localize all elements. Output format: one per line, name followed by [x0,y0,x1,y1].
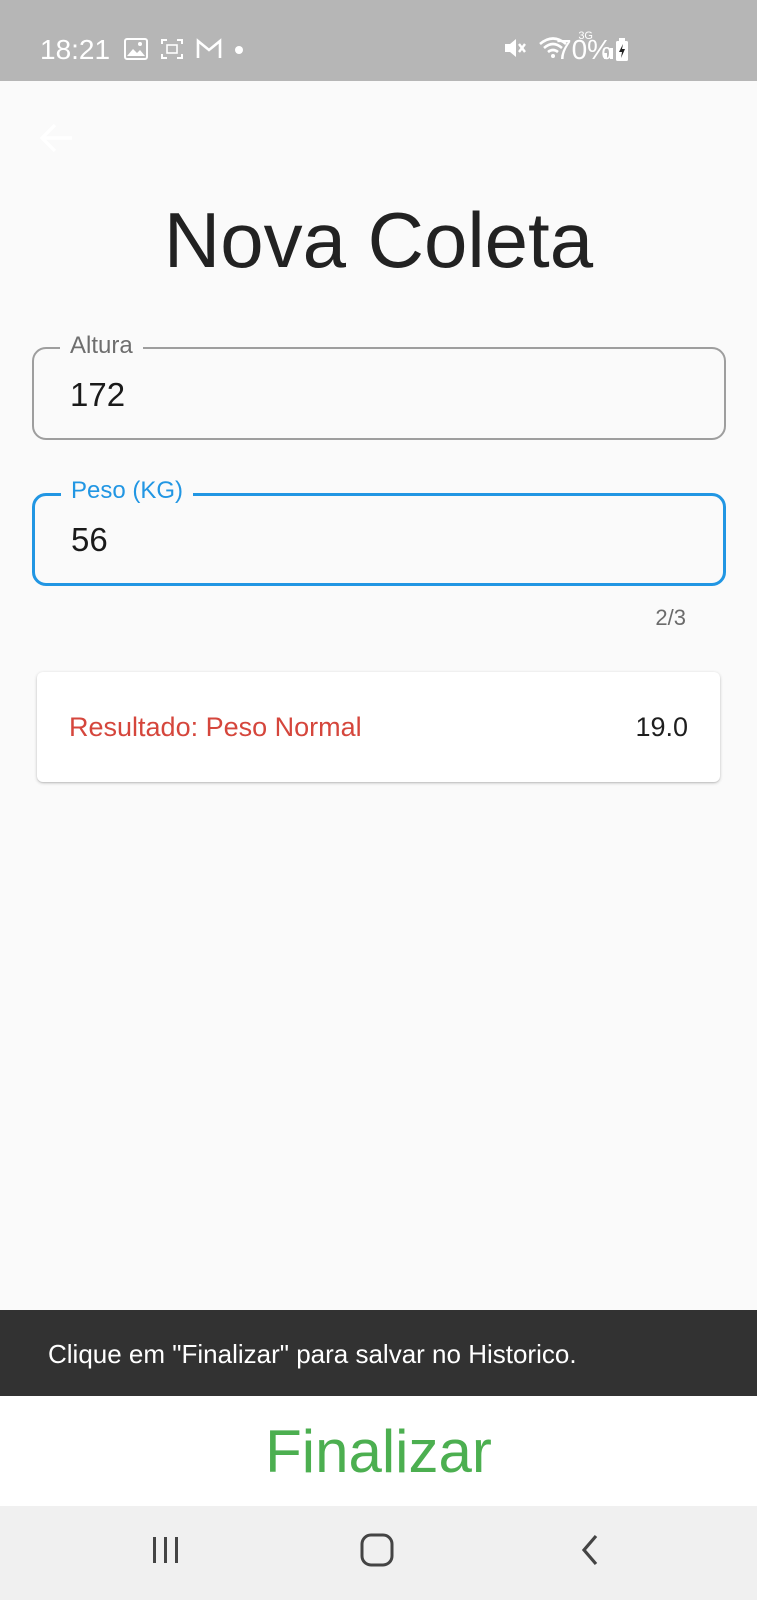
status-time: 18:21 [40,34,111,65]
finalize-button[interactable]: Finalizar [0,1396,757,1506]
altura-label: Altura [60,329,143,363]
altura-input[interactable]: 172 [70,375,670,415]
status-bar: 18:21 3G 70% [0,0,757,81]
status-notification-icons [124,36,244,66]
navigation-bar [0,1506,757,1600]
notification-dot-icon [234,42,244,60]
mute-icon [502,35,528,66]
result-label: Resultado: Peso Normal [69,712,362,742]
back-icon [578,1533,602,1572]
back-button[interactable] [34,118,78,162]
snackbar-message: Clique em "Finalizar" para salvar no His… [48,1339,577,1369]
home-button[interactable] [347,1528,407,1576]
peso-field[interactable]: Peso (KG) 56 [32,474,726,586]
page-title: Nova Coleta [163,196,594,284]
snackbar: Clique em "Finalizar" para salvar no His… [0,1310,757,1396]
peso-label: Peso (KG) [61,474,194,508]
result-value: 19.0 [635,712,688,742]
gmail-icon [196,37,222,65]
peso-input[interactable]: 56 [71,520,671,560]
gallery-icon [124,37,148,65]
recents-button[interactable] [136,1528,196,1576]
result-card: Resultado: Peso Normal 19.0 [37,672,720,782]
screenshot-icon [160,38,184,65]
finalize-bar: Finalizar [0,1396,757,1506]
battery-percent: 70% [556,34,613,65]
home-icon [359,1533,395,1572]
altura-field[interactable]: Altura 172 [32,329,726,440]
peso-character-counter: 2/3 [655,605,686,630]
battery-charging-icon [615,38,629,67]
arrow-left-icon [38,122,74,159]
system-back-button[interactable] [560,1528,620,1576]
recents-icon [149,1535,183,1570]
